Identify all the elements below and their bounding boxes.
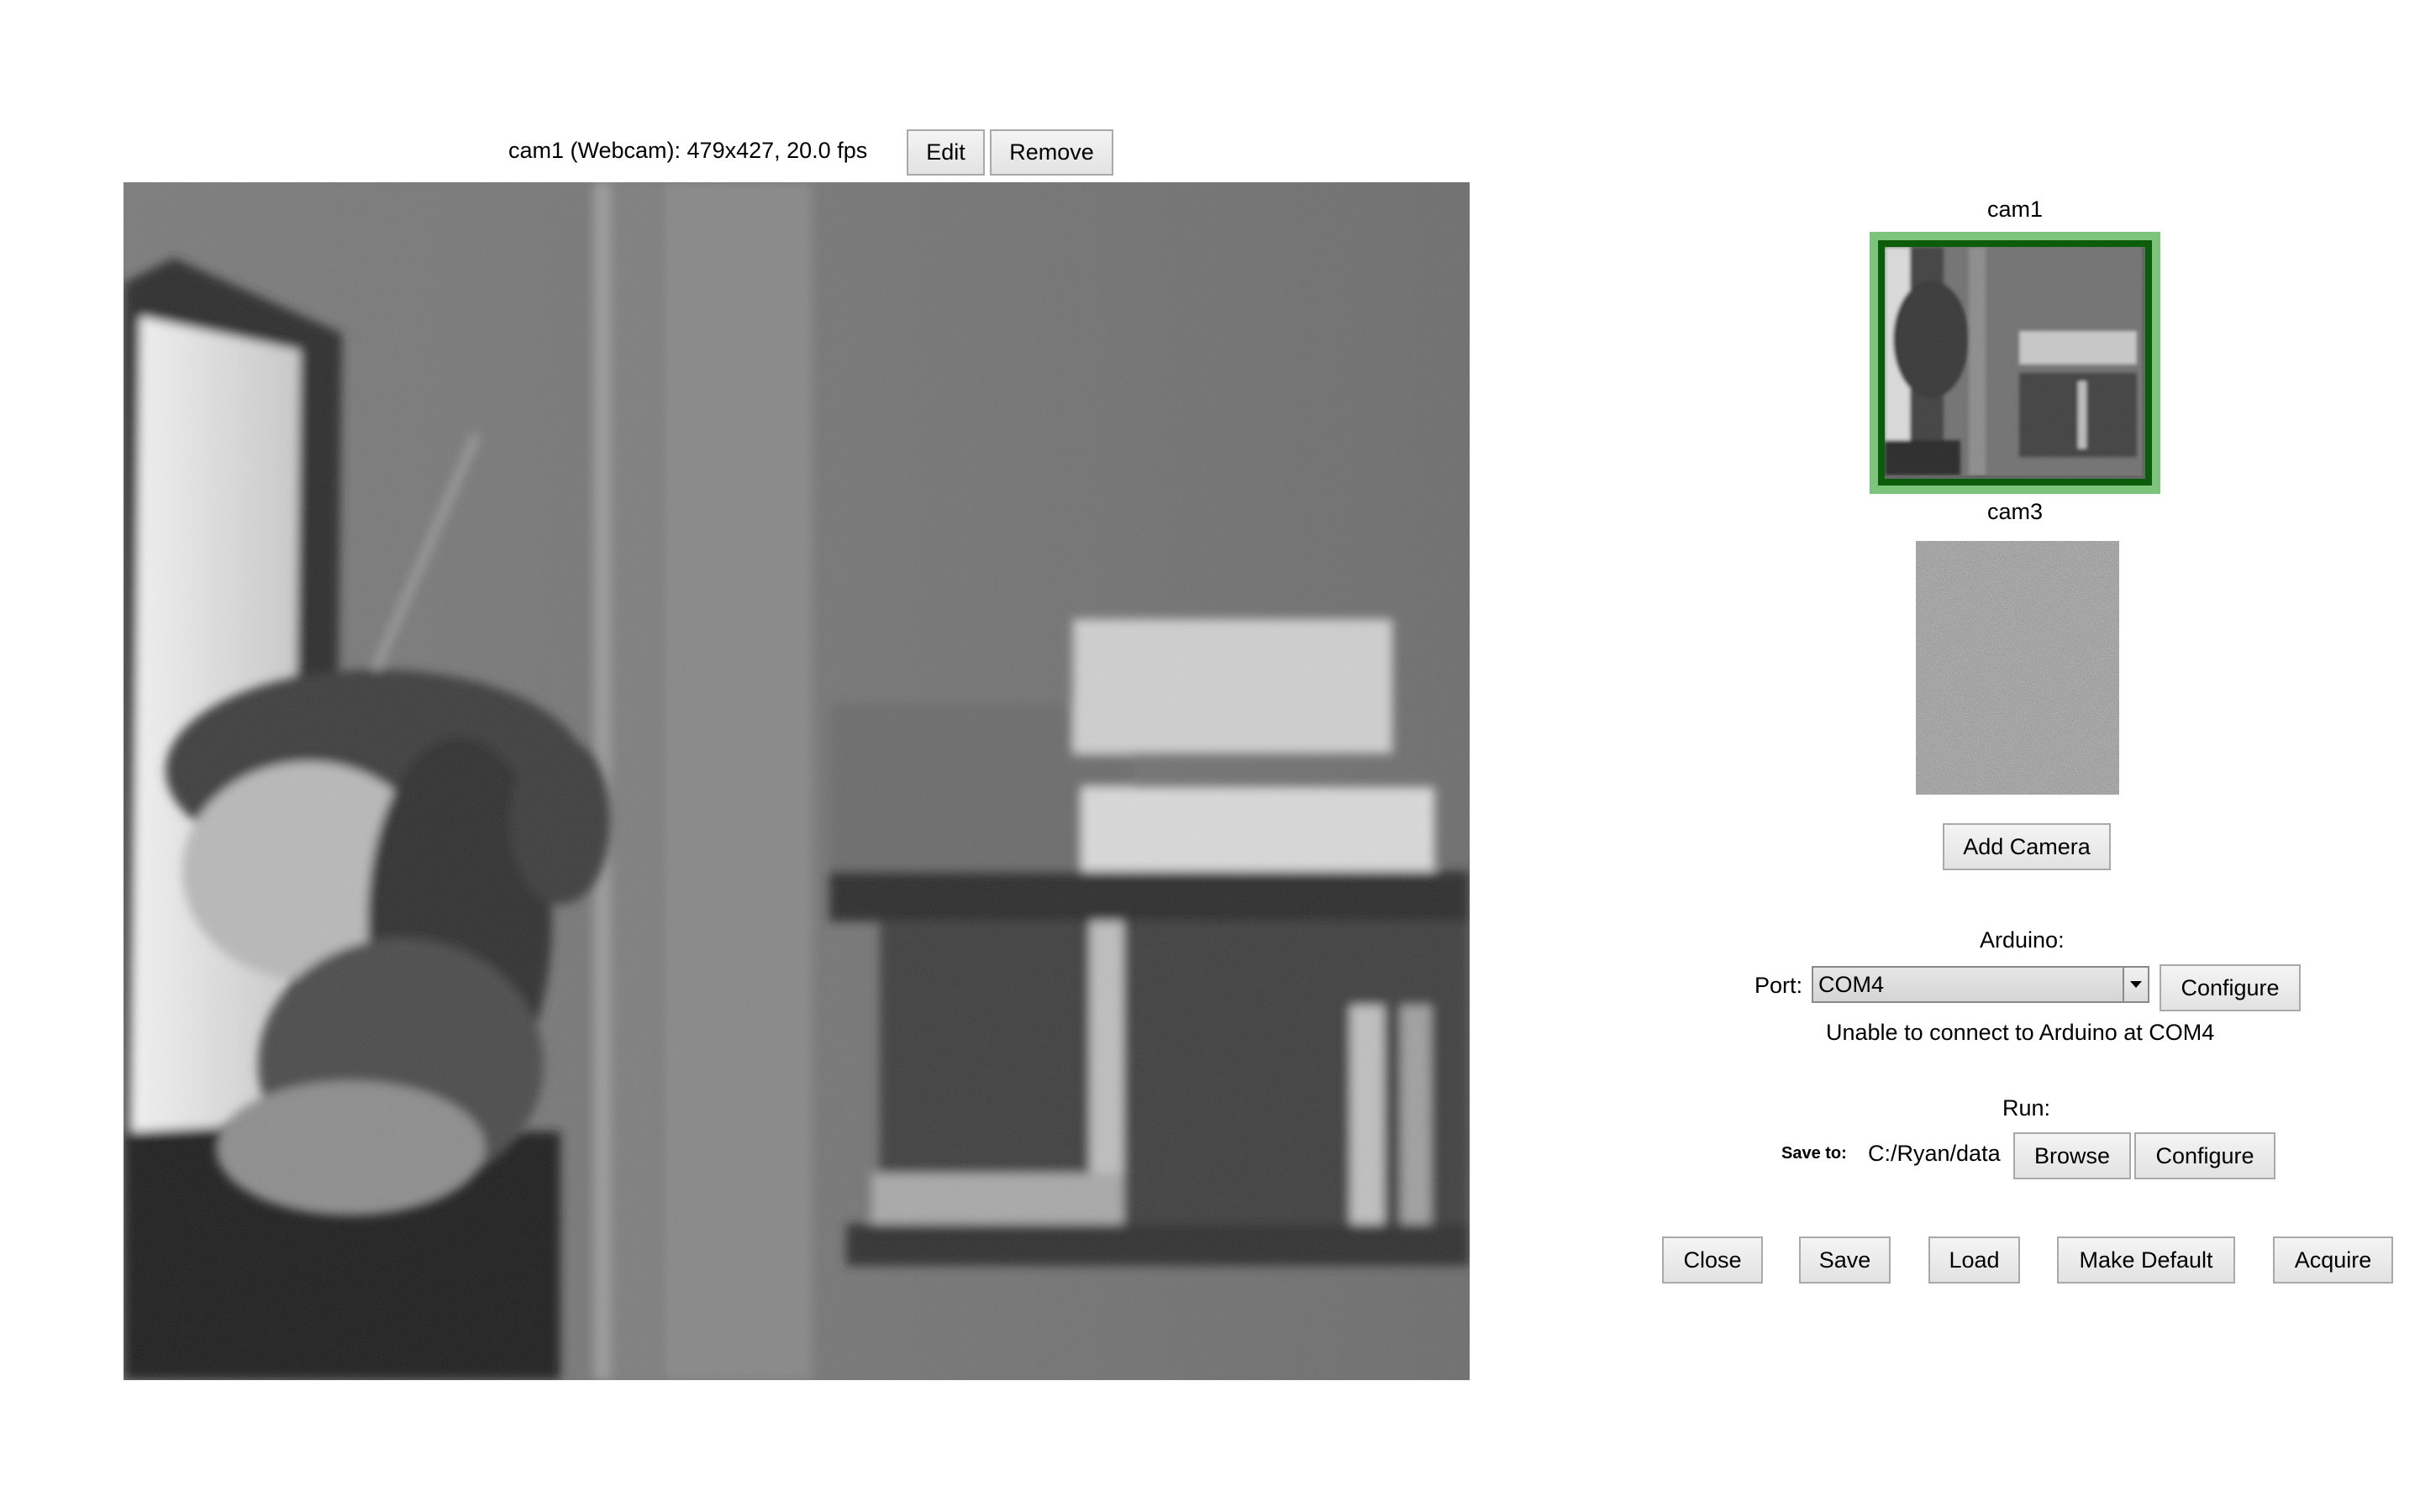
camera-acquisition-window: cam1 (Webcam): 479x427, 20.0 fps Edit Re…: [0, 0, 2420, 1512]
port-select[interactable]: COM4: [1812, 966, 2149, 1003]
camera-thumbnail-cam1-image: [1885, 247, 2145, 479]
arduino-heading: Arduino:: [1980, 927, 2065, 953]
run-heading: Run:: [2002, 1095, 2051, 1121]
noise-image: [1916, 541, 2119, 795]
port-label: Port:: [1754, 973, 1803, 998]
port-select-value: COM4: [1818, 971, 1885, 997]
acquire-button[interactable]: Acquire: [2273, 1236, 2393, 1284]
camera-thumbnail-cam3[interactable]: [1916, 541, 2119, 795]
arduino-configure-button[interactable]: Configure: [2160, 964, 2301, 1011]
make-default-button[interactable]: Make Default: [2057, 1236, 2235, 1284]
arduino-status-message: Unable to connect to Arduino at COM4: [1826, 1020, 2215, 1045]
add-camera-button[interactable]: Add Camera: [1943, 823, 2111, 870]
load-button[interactable]: Load: [1928, 1236, 2020, 1284]
browse-button[interactable]: Browse: [2013, 1132, 2131, 1179]
camera-thumbnail-cam1[interactable]: [1870, 232, 2160, 494]
save-to-label: Save to:: [1781, 1144, 1847, 1163]
save-button[interactable]: Save: [1799, 1236, 1891, 1284]
camera-info-label: cam1 (Webcam): 479x427, 20.0 fps: [508, 138, 868, 163]
chevron-down-icon[interactable]: [2123, 968, 2148, 1001]
camera-video-feed: [124, 182, 1470, 1380]
close-button[interactable]: Close: [1662, 1236, 1763, 1284]
save-path-value: C:/Ryan/data: [1868, 1141, 2001, 1166]
camera-frame-image: [124, 182, 1470, 1380]
thumbnail-label-cam3: cam3: [1987, 499, 2044, 524]
run-configure-button[interactable]: Configure: [2134, 1132, 2275, 1179]
edit-camera-button[interactable]: Edit: [907, 129, 985, 176]
remove-camera-button[interactable]: Remove: [990, 129, 1113, 176]
thumbnail-label-cam1: cam1: [1987, 197, 2044, 222]
